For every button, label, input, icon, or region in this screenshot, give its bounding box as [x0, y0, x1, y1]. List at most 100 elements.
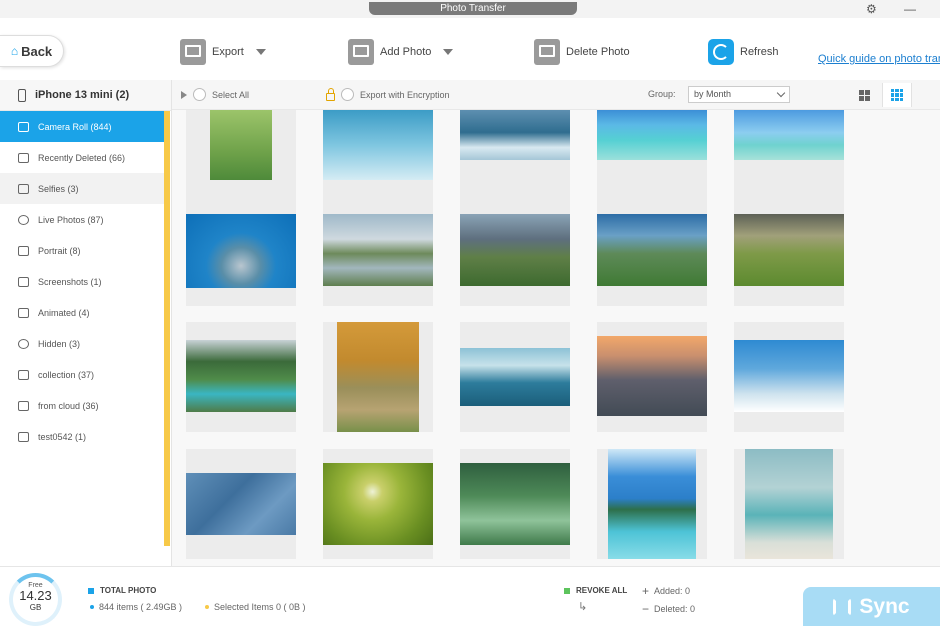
- selected-items-dot: [205, 605, 209, 609]
- photo-tile[interactable]: [460, 322, 570, 432]
- revoke-all-text: REVOKE ALL: [576, 586, 628, 595]
- footer: Free 14.23 GB TOTAL PHOTO 844 items ( 2.…: [0, 566, 940, 626]
- minus-icon: −: [642, 602, 650, 616]
- sidebar-item-hidden[interactable]: Hidden (3): [0, 328, 164, 359]
- photo-tile[interactable]: [323, 322, 433, 432]
- large-grid-view-button[interactable]: [849, 83, 879, 107]
- camera-icon: [18, 121, 29, 132]
- revoke-marker: [564, 587, 570, 594]
- storage-free-value: 14.23: [19, 588, 52, 603]
- title-bar: Photo Transfer ⚙ —: [0, 0, 940, 18]
- sidebar-item-camera-roll[interactable]: Camera Roll (844): [0, 111, 164, 142]
- sidebar-item-label: Screenshots (1): [38, 276, 102, 287]
- revoke-all-button[interactable]: REVOKE ALL: [564, 586, 627, 595]
- photo-tile[interactable]: [323, 449, 433, 559]
- quick-guide-link[interactable]: Quick guide on photo transfer: [818, 53, 940, 65]
- screenshot-icon: [18, 276, 29, 287]
- total-items-text: 844 items ( 2.49GB ): [99, 602, 183, 612]
- phone-icon: [18, 88, 26, 102]
- photo-tile[interactable]: [597, 449, 707, 559]
- minimize-button[interactable]: —: [904, 2, 916, 16]
- photo-tile[interactable]: [734, 322, 844, 432]
- photo-tile[interactable]: [186, 322, 296, 432]
- device-selector[interactable]: iPhone 13 mini (2): [0, 80, 171, 111]
- delete-photo-label: Delete Photo: [566, 46, 630, 58]
- photo-tile[interactable]: [597, 322, 707, 432]
- select-all-checkbox[interactable]: [193, 88, 206, 101]
- photo-thumbnail: [597, 110, 707, 160]
- sidebar-item-label: Camera Roll (844): [38, 121, 112, 132]
- sidebar-scroll-accent[interactable]: [164, 111, 170, 546]
- sidebar-item-label: Live Photos (87): [38, 214, 104, 225]
- sidebar-item-live-photos[interactable]: Live Photos (87): [0, 204, 164, 235]
- select-all-label: Select All: [212, 89, 250, 100]
- sidebar-item-portrait[interactable]: Portrait (8): [0, 235, 164, 266]
- total-items: 844 items ( 2.49GB ): [90, 602, 182, 612]
- selected-items: Selected Items 0 ( 0B ): [205, 602, 306, 612]
- export-label: Export: [212, 46, 244, 58]
- trash-icon: [18, 152, 29, 163]
- photo-thumbnail: [734, 214, 844, 286]
- sidebar-item-from-cloud[interactable]: from cloud (36): [0, 390, 164, 421]
- photo-thumbnail: [597, 214, 707, 286]
- sidebar-item-label: Portrait (8): [38, 245, 81, 256]
- encryption-checkbox[interactable]: [341, 88, 354, 101]
- sidebar-item-selfies[interactable]: Selfies (3): [0, 173, 164, 204]
- album-icon: [18, 431, 29, 442]
- sync-button[interactable]: Sync: [803, 587, 940, 626]
- gear-icon[interactable]: ⚙: [866, 2, 877, 16]
- photo-thumbnail: [323, 463, 433, 545]
- select-all[interactable]: Select All: [181, 88, 249, 101]
- refresh-button[interactable]: Refresh: [708, 38, 779, 66]
- portrait-icon: [18, 245, 29, 256]
- revoke-arrow-icon: ↳: [578, 601, 588, 613]
- group-select[interactable]: by Month: [688, 86, 790, 103]
- total-photo-marker: [88, 587, 94, 594]
- sidebar-item-recently-deleted[interactable]: Recently Deleted (66): [0, 142, 164, 173]
- photo-thumbnail: [186, 214, 296, 288]
- sidebar-item-label: Hidden (3): [38, 338, 81, 349]
- photo-thumbnail: [323, 214, 433, 286]
- photo-thumbnail: [186, 473, 296, 535]
- photo-tile[interactable]: [460, 196, 570, 306]
- toolbar: ⌂ Back Export Add Photo Delete Photo Ref…: [0, 18, 940, 80]
- photo-tile[interactable]: [597, 196, 707, 306]
- photo-thumbnail: [186, 340, 296, 412]
- chevron-down-icon[interactable]: [443, 49, 454, 55]
- sidebar-item-label: test0542 (1): [38, 431, 87, 442]
- photo-thumbnail: [597, 336, 707, 416]
- photo-tile[interactable]: [323, 196, 433, 306]
- photo-tile[interactable]: [734, 449, 844, 559]
- sidebar-item-label: Selfies (3): [38, 183, 79, 194]
- selected-items-text: Selected Items 0 ( 0B ): [214, 602, 306, 612]
- album-icon: [18, 369, 29, 380]
- sidebar-item-animated[interactable]: Animated (4): [0, 297, 164, 328]
- sidebar-item-collection[interactable]: collection (37): [0, 359, 164, 390]
- back-button[interactable]: ⌂ Back: [0, 35, 64, 67]
- back-label: Back: [21, 43, 53, 59]
- sidebar-item-screenshots[interactable]: Screenshots (1): [0, 266, 164, 297]
- group-select-value: by Month: [694, 89, 732, 99]
- add-photo-button[interactable]: Add Photo: [348, 38, 454, 66]
- add-photo-icon: [348, 39, 374, 65]
- photo-thumbnail: [608, 449, 696, 559]
- delete-photo-button[interactable]: Delete Photo: [534, 38, 630, 66]
- small-grid-view-button[interactable]: [882, 83, 912, 107]
- photo-tile[interactable]: [186, 449, 296, 559]
- home-icon: ⌂: [10, 44, 19, 58]
- export-encryption[interactable]: Export with Encryption: [326, 87, 450, 101]
- export-button[interactable]: Export: [180, 38, 266, 66]
- sidebar: iPhone 13 mini (2) Camera Roll (844) Rec…: [0, 80, 172, 566]
- animated-icon: [18, 307, 29, 318]
- photo-tile[interactable]: [734, 196, 844, 306]
- photo-grid: [172, 110, 940, 566]
- sidebar-item-test0542[interactable]: test0542 (1): [0, 421, 164, 452]
- window-title: Photo Transfer: [369, 2, 577, 15]
- expand-arrow-icon[interactable]: [181, 90, 187, 99]
- photo-tile[interactable]: [460, 449, 570, 559]
- photo-thumbnail: [337, 322, 419, 432]
- deleted-count: − Deleted: 0: [642, 602, 695, 616]
- photo-tile[interactable]: [186, 196, 296, 306]
- chevron-down-icon[interactable]: [255, 49, 266, 55]
- add-photo-label: Add Photo: [380, 46, 432, 58]
